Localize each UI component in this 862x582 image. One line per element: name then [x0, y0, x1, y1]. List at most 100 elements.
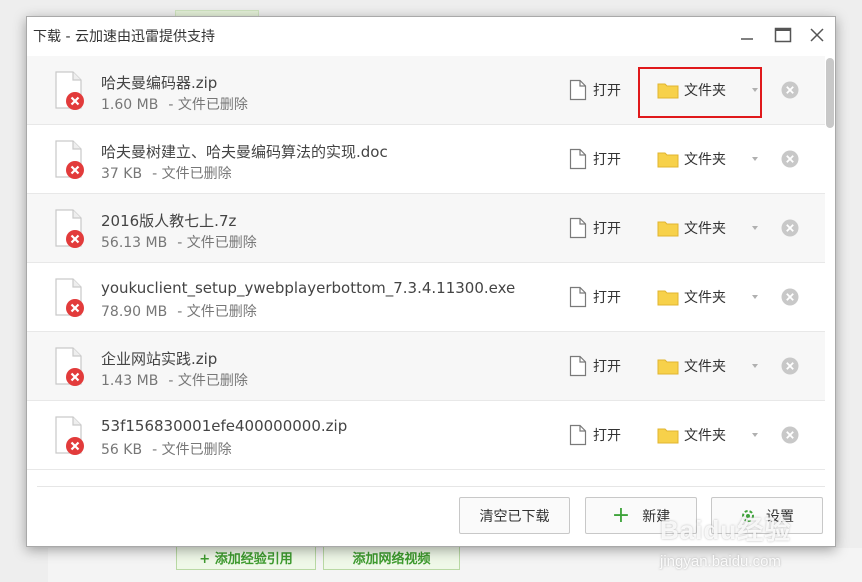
file-name: 企业网站实践.zip [101, 350, 218, 368]
close-circle-icon [781, 81, 799, 99]
chevron-down-icon[interactable] [752, 364, 758, 368]
file-meta: 56.13 MB - 文件已删除 [101, 232, 257, 252]
folder-label: 文件夹 [684, 152, 726, 168]
download-dialog: 下载 - 云加速由迅雷提供支持 哈夫曼编码器.zip 1.60 MB - 文件已删… [26, 16, 836, 547]
new-download-label: 新建 [642, 508, 671, 525]
folder-icon [657, 290, 679, 306]
open-button[interactable]: 打开 [569, 354, 621, 378]
scrollbar-thumb[interactable] [826, 58, 834, 128]
folder-icon [657, 83, 679, 99]
folder-button[interactable]: 文件夹 [657, 216, 726, 240]
document-icon [569, 79, 587, 101]
scrollbar[interactable] [825, 56, 835, 486]
document-icon [569, 424, 587, 446]
open-button[interactable]: 打开 [569, 216, 621, 240]
chevron-down-icon[interactable] [752, 295, 758, 299]
remove-button[interactable] [781, 288, 799, 306]
clear-downloaded-button[interactable]: 清空已下载 [459, 497, 570, 534]
footer-divider [37, 486, 825, 487]
close-circle-icon [781, 219, 799, 237]
folder-button[interactable]: 文件夹 [657, 285, 726, 309]
document-icon [569, 148, 587, 170]
close-circle-icon [781, 426, 799, 444]
folder-label: 文件夹 [684, 290, 726, 306]
folder-icon [657, 152, 679, 168]
document-icon [569, 355, 587, 377]
file-size: 1.60 MB [101, 97, 159, 113]
file-name: 2016版人教七上.7z [101, 212, 237, 230]
file-name: 53f156830001efe400000000.zip [101, 417, 348, 435]
close-circle-icon [781, 357, 799, 375]
chevron-down-icon[interactable] [752, 433, 758, 437]
folder-icon [657, 428, 679, 444]
close-button[interactable] [805, 24, 829, 46]
remove-button[interactable] [781, 357, 799, 375]
remove-button[interactable] [781, 150, 799, 168]
download-row: 53f156830001efe400000000.zip 56 KB - 文件已删… [27, 401, 825, 470]
file-size: 56 KB [101, 442, 143, 458]
minimize-button[interactable] [735, 24, 759, 46]
folder-label: 文件夹 [684, 428, 726, 444]
open-button[interactable]: 打开 [569, 285, 621, 309]
open-label: 打开 [593, 359, 621, 375]
download-list: 哈夫曼编码器.zip 1.60 MB - 文件已删除 打开 文件夹 哈夫曼树建立… [27, 56, 825, 486]
open-label: 打开 [593, 152, 621, 168]
close-icon [810, 28, 824, 42]
add-video-button[interactable]: 添加网络视频 [323, 544, 460, 570]
maximize-button[interactable] [771, 24, 795, 46]
settings-button[interactable]: 设置 [711, 497, 823, 534]
folder-label: 文件夹 [684, 359, 726, 375]
folder-label: 文件夹 [684, 221, 726, 237]
document-icon [569, 286, 587, 308]
file-meta: 78.90 MB - 文件已删除 [101, 301, 257, 321]
open-button[interactable]: 打开 [569, 423, 621, 447]
add-quote-button[interactable]: + 添加经验引用 [176, 544, 316, 570]
deleted-file-icon [53, 70, 85, 110]
deleted-file-icon [53, 346, 85, 386]
file-meta: 37 KB - 文件已删除 [101, 163, 232, 183]
close-circle-icon [781, 150, 799, 168]
maximize-icon [774, 27, 792, 43]
open-label: 打开 [593, 221, 621, 237]
download-row: 企业网站实践.zip 1.43 MB - 文件已删除 打开 文件夹 [27, 332, 825, 401]
open-label: 打开 [593, 83, 621, 99]
clear-downloaded-label: 清空已下载 [479, 508, 550, 525]
download-row: 哈夫曼树建立、哈夫曼编码算法的实现.doc 37 KB - 文件已删除 打开 文件… [27, 125, 825, 194]
close-circle-icon [781, 288, 799, 306]
file-status: - 文件已删除 [152, 166, 232, 182]
file-status: - 文件已删除 [168, 373, 248, 389]
deleted-file-icon [53, 139, 85, 179]
file-meta: 56 KB - 文件已删除 [101, 439, 232, 459]
open-button[interactable]: 打开 [569, 78, 621, 102]
file-status: - 文件已删除 [152, 442, 232, 458]
plus-icon: + [611, 502, 631, 528]
download-row: 哈夫曼编码器.zip 1.60 MB - 文件已删除 打开 文件夹 [27, 56, 825, 125]
chevron-down-icon[interactable] [752, 226, 758, 230]
folder-button[interactable]: 文件夹 [657, 78, 726, 102]
folder-button[interactable]: 文件夹 [657, 354, 726, 378]
file-name: youkuclient_setup_ywebplayerbottom_7.3.4… [101, 279, 516, 297]
file-size: 56.13 MB [101, 235, 168, 251]
dialog-title: 下载 - 云加速由迅雷提供支持 [33, 29, 215, 45]
remove-button[interactable] [781, 219, 799, 237]
file-meta: 1.60 MB - 文件已删除 [101, 94, 248, 114]
folder-button[interactable]: 文件夹 [657, 423, 726, 447]
deleted-file-icon [53, 208, 85, 248]
remove-button[interactable] [781, 81, 799, 99]
folder-button[interactable]: 文件夹 [657, 147, 726, 171]
document-icon [569, 217, 587, 239]
download-row: youkuclient_setup_ywebplayerbottom_7.3.4… [27, 263, 825, 332]
new-download-button[interactable]: + 新建 [585, 497, 697, 534]
remove-button[interactable] [781, 426, 799, 444]
open-label: 打开 [593, 290, 621, 306]
file-size: 1.43 MB [101, 373, 159, 389]
minimize-icon [741, 38, 753, 40]
open-button[interactable]: 打开 [569, 147, 621, 171]
chevron-down-icon[interactable] [752, 88, 758, 92]
file-meta: 1.43 MB - 文件已删除 [101, 370, 248, 390]
chevron-down-icon[interactable] [752, 157, 758, 161]
deleted-file-icon [53, 415, 85, 455]
file-status: - 文件已删除 [177, 235, 257, 251]
open-label: 打开 [593, 428, 621, 444]
settings-label: 设置 [766, 508, 794, 525]
